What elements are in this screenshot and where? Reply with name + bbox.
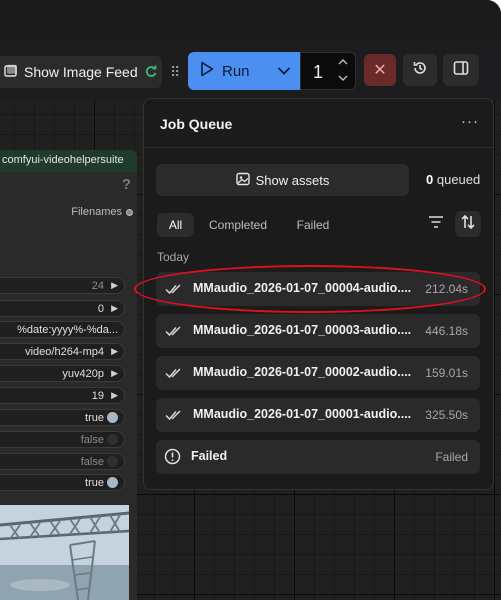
widget-filename-prefix[interactable]: %date:yyyy%-%da...	[0, 321, 125, 338]
widget-value: false	[80, 433, 104, 446]
widget-value: true	[85, 476, 104, 489]
widget-save-output[interactable]: true	[0, 474, 125, 491]
double-check-icon	[165, 281, 183, 297]
node-title[interactable]: comfyui-videohelpersuite	[0, 150, 137, 172]
increment-arrow-icon[interactable]: ▶	[111, 390, 118, 401]
widget-value: %date:yyyy%-%da...	[17, 323, 118, 336]
job-item[interactable]: MMaudio_2026-01-07_00004-audio.... 212.0…	[156, 272, 480, 306]
toggle-knob-icon[interactable]	[107, 477, 118, 488]
toggle-knob-icon[interactable]	[107, 456, 118, 467]
queued-label: queued	[436, 172, 481, 187]
job-status: Failed	[435, 450, 468, 464]
node-help-icon[interactable]: ?	[122, 176, 131, 193]
batch-count-stepper[interactable]: 1	[300, 52, 356, 90]
widget-loop-count[interactable]: 0 ▶	[0, 300, 125, 317]
video-combine-node[interactable]: comfyui-videohelpersuite ? Filenames 24 …	[0, 150, 137, 600]
top-toolbar: Show Image Feed ⠿ Run 1 ✕	[0, 44, 501, 98]
filter-button[interactable]	[423, 211, 449, 237]
widget-save-metadata[interactable]: true	[0, 409, 125, 426]
panel-title: Job Queue	[160, 116, 233, 132]
run-options-chevron-icon[interactable]	[268, 52, 300, 90]
job-item-failed[interactable]: Failed Failed	[156, 440, 480, 474]
video-preview-image	[0, 505, 129, 600]
decrement-chevron-icon[interactable]	[337, 73, 349, 87]
job-duration: 446.18s	[425, 324, 468, 338]
toggle-panel-button[interactable]	[443, 54, 479, 86]
widget-frame-rate[interactable]: 24 ▶	[0, 277, 125, 294]
alert-circle-icon	[164, 448, 181, 465]
increment-arrow-icon[interactable]: ▶	[111, 280, 118, 291]
history-icon	[412, 60, 428, 81]
queued-count: 0 queued	[426, 172, 480, 187]
output-label: Filenames	[71, 206, 122, 218]
widget-value: 0	[97, 302, 104, 315]
tab-completed[interactable]: Completed	[202, 213, 274, 237]
history-button[interactable]	[403, 54, 437, 86]
toggle-knob-icon[interactable]	[107, 434, 118, 445]
drag-handle-icon[interactable]: ⠿	[170, 63, 182, 81]
increment-arrow-icon[interactable]: ▶	[111, 303, 118, 314]
widget-value: video/h264-mp4	[25, 345, 104, 358]
close-icon: ✕	[373, 62, 387, 79]
widget-pingpong[interactable]: false	[0, 453, 125, 470]
tab-failed[interactable]: Failed	[286, 213, 340, 237]
double-check-icon	[165, 323, 183, 339]
double-check-icon	[165, 365, 183, 381]
job-queue-panel: Job Queue ··· Show assets 0 queued All C…	[143, 98, 494, 490]
job-duration: 325.50s	[425, 408, 468, 422]
batch-count-value[interactable]: 1	[313, 62, 323, 83]
image-icon	[235, 172, 250, 189]
widget-value: 19	[91, 389, 104, 402]
job-item[interactable]: MMaudio_2026-01-07_00003-audio.... 446.1…	[156, 314, 480, 348]
show-assets-button[interactable]: Show assets	[156, 164, 409, 196]
play-icon	[200, 61, 214, 81]
refresh-icon[interactable]	[144, 64, 158, 81]
job-name: MMaudio_2026-01-07_00004-audio....	[193, 281, 412, 295]
run-label: Run	[222, 62, 250, 80]
widget-format[interactable]: video/h264-mp4 ▶	[0, 343, 125, 360]
job-item[interactable]: MMaudio_2026-01-07_00002-audio.... 159.0…	[156, 356, 480, 390]
filter-icon	[428, 215, 444, 234]
widget-value: yuv420p	[62, 367, 104, 380]
top-strip	[0, 0, 501, 40]
sort-icon	[460, 214, 476, 235]
divider	[144, 147, 493, 148]
sidebar-panel-icon	[453, 60, 469, 81]
cancel-run-button[interactable]: ✕	[364, 54, 396, 86]
job-name: MMaudio_2026-01-07_00001-audio....	[193, 407, 412, 421]
toggle-knob-icon[interactable]	[107, 412, 118, 423]
job-duration: 159.01s	[425, 366, 468, 380]
show-image-feed-button[interactable]: Show Image Feed	[0, 56, 162, 88]
output-slot-icon[interactable]	[126, 208, 133, 216]
sort-button[interactable]	[455, 211, 481, 237]
job-name: MMaudio_2026-01-07_00002-audio....	[193, 365, 412, 379]
node-output-filenames[interactable]: Filenames	[71, 206, 133, 218]
job-item[interactable]: MMaudio_2026-01-07_00001-audio.... 325.5…	[156, 398, 480, 432]
comfyui-app: Show Image Feed ⠿ Run 1 ✕ comfyui-videoh…	[0, 0, 501, 600]
show-image-feed-label: Show Image Feed	[24, 64, 138, 80]
job-name: Failed	[191, 449, 228, 463]
section-header-today: Today	[157, 250, 190, 264]
image-feed-icon	[4, 64, 18, 81]
dropdown-arrow-icon[interactable]: ▶	[111, 368, 118, 379]
tab-all[interactable]: All	[157, 213, 194, 237]
dropdown-arrow-icon[interactable]: ▶	[111, 346, 118, 357]
double-check-icon	[165, 407, 183, 423]
queued-number: 0	[426, 172, 434, 187]
widget-crf[interactable]: 19 ▶	[0, 387, 125, 404]
more-options-icon[interactable]: ···	[461, 113, 479, 130]
widget-pix-fmt[interactable]: yuv420p ▶	[0, 365, 125, 382]
job-name: MMaudio_2026-01-07_00003-audio....	[193, 323, 412, 337]
widget-value: false	[80, 455, 104, 468]
widget-value: true	[85, 411, 104, 424]
increment-chevron-icon[interactable]	[337, 57, 349, 71]
widget-value: 24	[91, 279, 104, 292]
widget-trim-to-audio[interactable]: false	[0, 431, 125, 448]
show-assets-label: Show assets	[255, 172, 330, 188]
job-duration: 212.04s	[425, 282, 468, 296]
